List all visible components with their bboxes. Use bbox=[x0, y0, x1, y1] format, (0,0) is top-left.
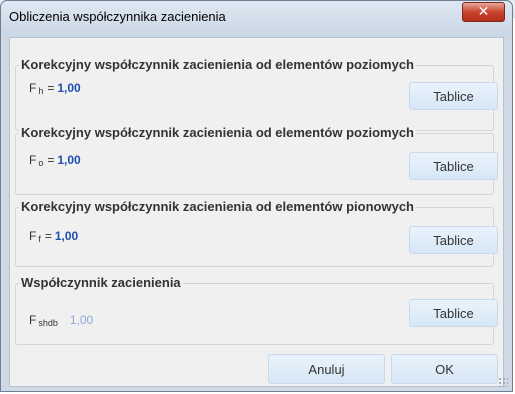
coefficient-subscript: o bbox=[38, 158, 44, 168]
coefficient-value: 1,00 bbox=[54, 229, 79, 243]
cancel-button[interactable]: Anuluj bbox=[268, 354, 385, 384]
coefficient-symbol: F bbox=[29, 229, 37, 243]
tables-button-ff[interactable]: Tablice bbox=[409, 226, 498, 254]
ok-button[interactable]: OK bbox=[391, 354, 498, 384]
group-title: Korekcyjny współczynnik zacienienia od e… bbox=[19, 57, 416, 72]
coefficient-ff: Ff = 1,00 bbox=[29, 229, 78, 244]
group-title: Korekcyjny współczynnik zacienienia od e… bbox=[19, 199, 416, 214]
coefficient-subscript: f bbox=[38, 234, 41, 244]
close-button[interactable]: ✕ bbox=[462, 2, 505, 22]
coefficient-symbol: F bbox=[29, 81, 37, 95]
coefficient-fh: Fh = 1,00 bbox=[29, 81, 81, 96]
group-title: Korekcyjny współczynnik zacienienia od e… bbox=[19, 125, 416, 140]
coefficient-subscript: h bbox=[38, 86, 44, 96]
group-title: Współczynnik zacienienia bbox=[19, 275, 183, 290]
tables-button-fshdb[interactable]: Tablice bbox=[409, 299, 498, 327]
window-title: Obliczenia współczynnika zacienienia bbox=[9, 9, 226, 24]
coefficient-symbol: F bbox=[29, 153, 37, 167]
tables-button-fh[interactable]: Tablice bbox=[409, 82, 498, 110]
equals-sign: = bbox=[47, 153, 55, 167]
coefficient-value: 1,00 bbox=[57, 153, 81, 167]
coefficient-value: 1,00 bbox=[57, 81, 81, 95]
title-bar[interactable]: Obliczenia współczynnika zacienienia ✕ bbox=[1, 1, 512, 37]
equals-sign: = bbox=[47, 81, 55, 95]
equals-sign: = bbox=[44, 229, 52, 243]
coefficient-value: 1,00 bbox=[69, 313, 94, 327]
coefficient-symbol: F bbox=[29, 313, 37, 327]
tables-button-fo[interactable]: Tablice bbox=[409, 152, 498, 180]
close-icon: ✕ bbox=[477, 4, 490, 20]
coefficient-subscript: shdb bbox=[38, 318, 58, 328]
shading-coefficient-dialog: Obliczenia współczynnika zacienienia ✕ K… bbox=[0, 0, 513, 392]
coefficient-fo: Fo = 1,00 bbox=[29, 153, 81, 168]
resize-grip-icon[interactable] bbox=[498, 377, 508, 387]
coefficient-fshdb: Fshdb 1,00 bbox=[29, 313, 93, 328]
